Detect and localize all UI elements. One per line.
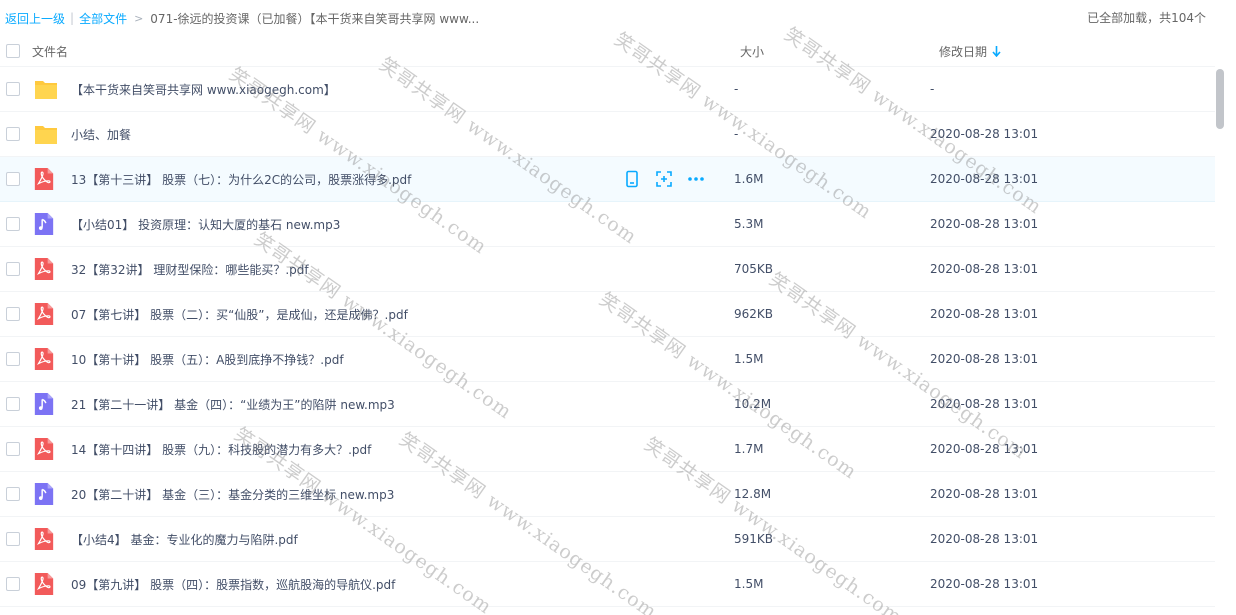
file-list: 【本干货来自笑哥共享网 www.xiaogegh.com】 - - 小结、加餐 - 202… <box>0 67 1215 607</box>
file-name[interactable]: 20【第二十讲】 基金（三）：基金分类的三维坐标 new.mp3 <box>71 486 394 503</box>
file-date: 2020-08-28 13:01 <box>930 487 1039 501</box>
file-size: 1.5M <box>734 577 764 591</box>
pdf-icon <box>33 572 57 596</box>
file-size: 1.5M <box>734 352 764 366</box>
file-browser: 返回上一级 | 全部文件 > 071-徐远的投资课（已加餐）【本干货来自笑哥共享… <box>0 0 1236 615</box>
breadcrumb: 返回上一级 | 全部文件 > 071-徐远的投资课（已加餐）【本干货来自笑哥共享… <box>0 0 1236 36</box>
file-name[interactable]: 13【第十三讲】 股票（七）：为什么2C的公司，股票涨得多.pdf <box>71 171 411 188</box>
file-row[interactable]: 09【第九讲】 股票（四）：股票指数，巡航股海的导航仪.pdf 1.5M 2020-… <box>0 562 1215 607</box>
file-size: 591KB <box>734 532 774 546</box>
audio-icon <box>33 392 57 416</box>
file-date: - <box>930 82 935 96</box>
file-row[interactable]: 20【第二十讲】 基金（三）：基金分类的三维坐标 new.mp3 12.8M 202… <box>0 472 1215 517</box>
back-link[interactable]: 返回上一级 <box>5 10 65 27</box>
file-row[interactable]: 14【第十四讲】 股票（九）：科技股的潜力有多大？.pdf 1.7M 2020-08… <box>0 427 1215 472</box>
file-row[interactable]: 10【第十讲】 股票（五）：A股到底挣不挣钱？.pdf 1.5M 2020-08-2… <box>0 337 1215 382</box>
pdf-icon <box>33 527 57 551</box>
column-header-size[interactable]: 大小 <box>740 43 764 60</box>
file-name[interactable]: 10【第十讲】 股票（五）：A股到底挣不挣钱？.pdf <box>71 351 344 368</box>
row-checkbox[interactable] <box>6 487 20 501</box>
file-size: 10.2M <box>734 397 772 411</box>
file-size: 12.8M <box>734 487 772 501</box>
file-name[interactable]: 14【第十四讲】 股票（九）：科技股的潜力有多大？.pdf <box>71 441 371 458</box>
pdf-icon <box>33 437 57 461</box>
file-date: 2020-08-28 13:01 <box>930 262 1039 276</box>
file-row[interactable]: 32【第32讲】 理财型保险：哪些能买？.pdf 705KB 2020-08-28 … <box>0 247 1215 292</box>
pdf-icon <box>33 302 57 326</box>
audio-icon <box>33 482 57 506</box>
file-row[interactable]: 【小结01】 投资原理：认知大厦的基石 new.mp3 5.3M 2020-08-2… <box>0 202 1215 247</box>
file-date: 2020-08-28 13:01 <box>930 307 1039 321</box>
audio-icon <box>33 212 57 236</box>
file-date: 2020-08-28 13:01 <box>930 442 1039 456</box>
loaded-status: 已全部加载，共104个 <box>1087 11 1206 25</box>
breadcrumb-separator: | <box>70 11 75 25</box>
file-size: 1.7M <box>734 442 764 456</box>
row-checkbox[interactable] <box>6 352 20 366</box>
row-checkbox[interactable] <box>6 397 20 411</box>
file-row[interactable]: 13【第十三讲】 股票（七）：为什么2C的公司，股票涨得多.pdf 1.6M 202… <box>0 157 1215 202</box>
pdf-icon <box>33 347 57 371</box>
file-date: 2020-08-28 13:01 <box>930 127 1039 141</box>
row-actions <box>623 170 705 188</box>
row-checkbox[interactable] <box>6 82 20 96</box>
file-date: 2020-08-28 13:01 <box>930 532 1039 546</box>
file-date: 2020-08-28 13:01 <box>930 352 1039 366</box>
file-row[interactable]: 【本干货来自笑哥共享网 www.xiaogegh.com】 - - <box>0 67 1215 112</box>
file-date: 2020-08-28 13:01 <box>930 397 1039 411</box>
chevron-right-icon: > <box>134 11 144 25</box>
file-name[interactable]: 32【第32讲】 理财型保险：哪些能买？.pdf <box>71 261 309 278</box>
row-checkbox[interactable] <box>6 532 20 546</box>
list-header: 文件名 大小 修改日期 <box>0 36 1215 67</box>
file-size: - <box>734 82 739 96</box>
pdf-icon <box>33 257 57 281</box>
file-date: 2020-08-28 13:01 <box>930 577 1039 591</box>
breadcrumb-current: 071-徐远的投资课（已加餐）【本干货来自笑哥共享网 www... <box>150 11 480 26</box>
file-size: 1.6M <box>734 172 764 186</box>
file-name[interactable]: 07【第七讲】 股票（二）：买“仙股”，是成仙，还是成佛？.pdf <box>71 306 408 323</box>
file-date: 2020-08-28 13:01 <box>930 172 1039 186</box>
scrollbar-thumb[interactable] <box>1216 69 1224 129</box>
file-size: 962KB <box>734 307 774 321</box>
mobile-icon[interactable] <box>623 170 641 188</box>
file-date: 2020-08-28 13:01 <box>930 217 1039 231</box>
file-row[interactable]: 21【第二十一讲】 基金（四）：“业绩为王”的陷阱 new.mp3 10.2M 20… <box>0 382 1215 427</box>
row-checkbox[interactable] <box>6 442 20 456</box>
row-checkbox[interactable] <box>6 217 20 231</box>
row-checkbox[interactable] <box>6 262 20 276</box>
all-files-link[interactable]: 全部文件 <box>79 10 127 27</box>
file-name[interactable]: 【小结01】 投资原理：认知大厦的基石 new.mp3 <box>71 216 340 233</box>
more-icon[interactable] <box>687 170 705 188</box>
file-size: - <box>734 127 739 141</box>
file-name[interactable]: 小结、加餐 <box>71 126 131 143</box>
file-row[interactable]: 小结、加餐 - 2020-08-28 13:01 <box>0 112 1215 157</box>
file-name[interactable]: 【小结4】 基金：专业化的魔力与陷阱.pdf <box>71 531 298 548</box>
file-name[interactable]: 21【第二十一讲】 基金（四）：“业绩为王”的陷阱 new.mp3 <box>71 396 395 413</box>
file-size: 5.3M <box>734 217 764 231</box>
row-checkbox[interactable] <box>6 577 20 591</box>
file-size: 705KB <box>734 262 774 276</box>
row-checkbox[interactable] <box>6 307 20 321</box>
row-checkbox[interactable] <box>6 127 20 141</box>
column-header-date[interactable]: 修改日期 <box>939 43 1001 60</box>
folder-icon <box>33 77 57 101</box>
sort-down-icon[interactable] <box>992 45 1001 57</box>
row-checkbox[interactable] <box>6 172 20 186</box>
file-row[interactable]: 【小结4】 基金：专业化的魔力与陷阱.pdf 591KB 2020-08-28 13… <box>0 517 1215 562</box>
share-icon[interactable] <box>655 170 673 188</box>
select-all-checkbox[interactable] <box>6 44 20 58</box>
file-row[interactable]: 07【第七讲】 股票（二）：买“仙股”，是成仙，还是成佛？.pdf 962KB 20… <box>0 292 1215 337</box>
column-header-date-label: 修改日期 <box>939 44 988 59</box>
column-header-name[interactable]: 文件名 <box>32 43 68 60</box>
folder-icon <box>33 122 57 146</box>
file-name[interactable]: 【本干货来自笑哥共享网 www.xiaogegh.com】 <box>71 81 336 98</box>
file-name[interactable]: 09【第九讲】 股票（四）：股票指数，巡航股海的导航仪.pdf <box>71 576 395 593</box>
pdf-icon <box>33 167 57 191</box>
